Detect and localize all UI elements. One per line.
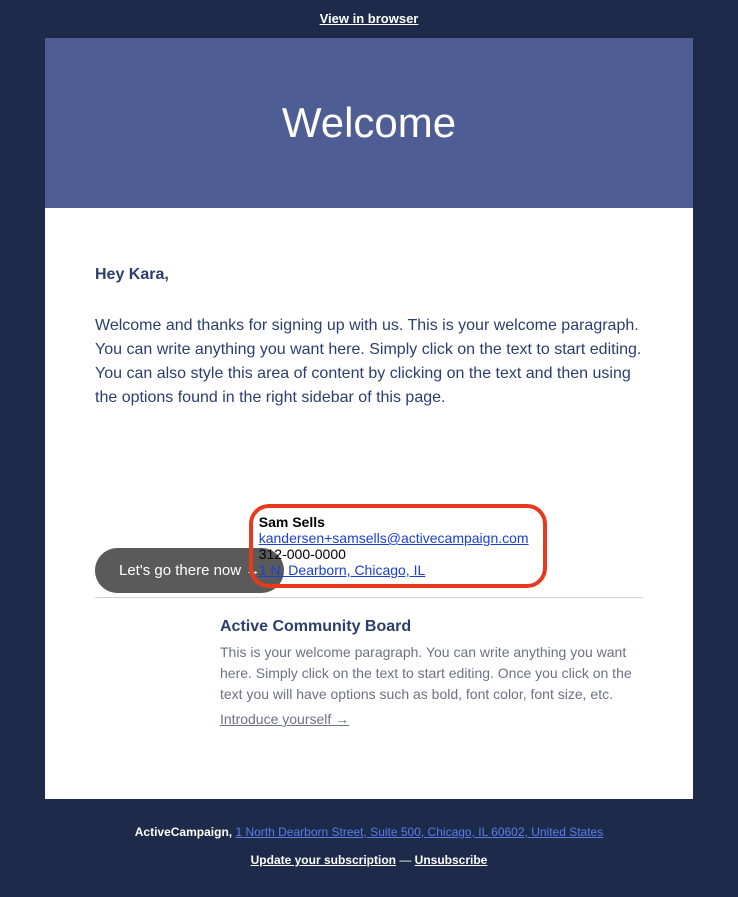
email-body: Hey Kara, Welcome and thanks for signing… <box>45 208 693 799</box>
hero-banner: Welcome <box>45 38 693 208</box>
footer-company-line: ActiveCampaign, 1 North Dearborn Street,… <box>0 825 738 839</box>
divider <box>95 597 643 598</box>
footer-company-name: ActiveCampaign, <box>135 825 232 839</box>
footer-address-link[interactable]: 1 North Dearborn Street, Suite 500, Chic… <box>235 825 603 839</box>
view-in-browser-link[interactable]: View in browser <box>320 11 419 26</box>
introduce-yourself-link[interactable]: Introduce yourself → <box>220 711 349 727</box>
top-bar: View in browser <box>0 0 738 38</box>
sender-phone: 312-000-0000 <box>259 546 529 562</box>
footer-links: Update your subscription — Unsubscribe <box>0 853 738 867</box>
footer: ActiveCampaign, 1 North Dearborn Street,… <box>0 799 738 893</box>
welcome-paragraph: Welcome and thanks for signing up with u… <box>95 314 643 410</box>
sender-block: Sam Sells kandersen+samsells@activecampa… <box>249 504 547 588</box>
update-subscription-link[interactable]: Update your subscription <box>251 853 396 867</box>
community-section: Active Community Board This is your welc… <box>220 618 643 769</box>
email-container: Welcome Hey Kara, Welcome and thanks for… <box>45 38 693 799</box>
footer-separator: — <box>399 853 414 867</box>
sender-email-link[interactable]: kandersen+samsells@activecampaign.com <box>259 530 529 546</box>
unsubscribe-link[interactable]: Unsubscribe <box>415 853 488 867</box>
greeting-text: Hey Kara, <box>95 266 643 284</box>
hero-title: Welcome <box>282 99 456 147</box>
sender-address-link[interactable]: 1 N. Dearborn, Chicago, IL <box>259 562 529 578</box>
community-title: Active Community Board <box>220 618 643 636</box>
community-text: This is your welcome paragraph. You can … <box>220 642 643 705</box>
sender-name: Sam Sells <box>259 514 529 530</box>
